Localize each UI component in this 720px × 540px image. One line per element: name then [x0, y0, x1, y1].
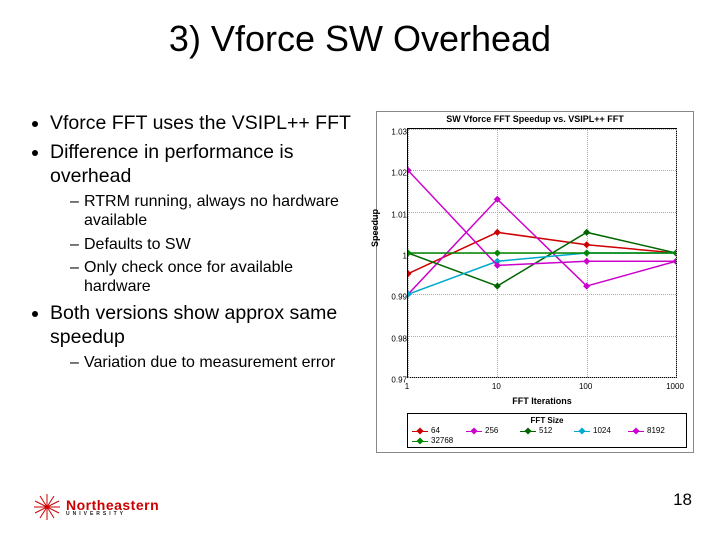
- chart-panel: SW Vforce FFT Speedup vs. VSIPL++ FFT Sp…: [376, 111, 694, 453]
- y-tick-label: 1.03: [383, 128, 407, 137]
- plot-box: [407, 128, 677, 378]
- y-tick-label: 0.99: [383, 293, 407, 302]
- legend-title: FFT Size: [412, 416, 682, 425]
- slide: 3) Vforce SW Overhead Vforce FFT uses th…: [0, 0, 720, 540]
- slide-title: 3) Vforce SW Overhead: [0, 18, 720, 60]
- chart-title: SW Vforce FFT Speedup vs. VSIPL++ FFT: [377, 114, 693, 124]
- bullet-item: Both versions show approx same speedup V…: [50, 302, 360, 372]
- y-tick-label: 1.02: [383, 169, 407, 178]
- sub-bullet-item: Only check once for available hardware: [70, 258, 360, 296]
- x-tick-label: 10: [492, 382, 501, 391]
- page-number: 18: [673, 490, 692, 510]
- legend-item: 8192: [628, 426, 682, 435]
- y-tick-label: 1: [383, 252, 407, 261]
- legend-item: 32768: [412, 436, 466, 445]
- footer-logo: Northeastern UNIVERSITY: [34, 494, 159, 520]
- x-tick-label: 1: [405, 382, 409, 391]
- chart-legend: FFT Size6425651210248192 32768: [407, 413, 687, 448]
- x-axis-label: FFT Iterations: [407, 396, 677, 406]
- y-tick-label: 0.97: [383, 376, 407, 385]
- sunburst-icon: [34, 494, 60, 520]
- logo-wordmark: Northeastern UNIVERSITY: [66, 498, 159, 517]
- bullet-text: Both versions show approx same speedup: [50, 302, 337, 347]
- logo-subtitle: UNIVERSITY: [66, 512, 159, 517]
- body-text: Vforce FFT uses the VSIPL++ FFT Differen…: [30, 112, 360, 378]
- x-tick-label: 1000: [666, 382, 684, 391]
- logo-name: Northeastern: [66, 498, 159, 512]
- bullet-item: Vforce FFT uses the VSIPL++ FFT: [50, 112, 360, 135]
- sub-bullet-item: Variation due to measurement error: [70, 353, 360, 372]
- legend-item: 1024: [574, 426, 628, 435]
- bullet-text: Difference in performance is overhead: [50, 141, 294, 186]
- sub-bullet-item: RTRM running, always no hardware availab…: [70, 192, 360, 230]
- plot-area: FFT Iterations 1.031.021.0110.990.980.97…: [407, 128, 687, 378]
- bullet-item: Difference in performance is overhead RT…: [50, 141, 360, 296]
- legend-item: 256: [466, 426, 520, 435]
- x-tick-label: 100: [579, 382, 592, 391]
- legend-item: 512: [520, 426, 574, 435]
- y-tick-label: 0.98: [383, 334, 407, 343]
- legend-item: 64: [412, 426, 466, 435]
- sub-bullet-item: Defaults to SW: [70, 235, 360, 254]
- y-tick-label: 1.01: [383, 210, 407, 219]
